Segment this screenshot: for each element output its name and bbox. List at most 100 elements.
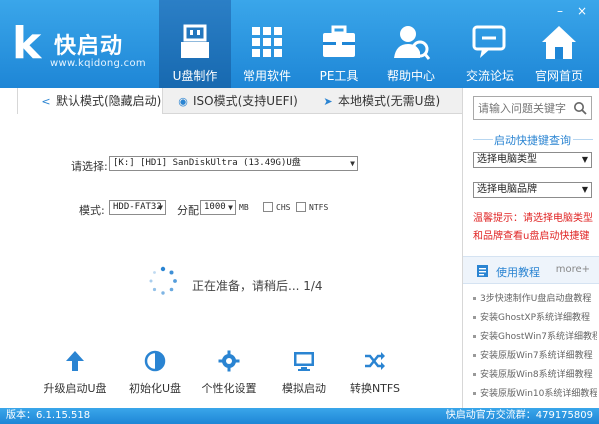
tab-default-mode[interactable]: < 默认模式(隐藏启动)	[17, 88, 163, 115]
tutorial-link[interactable]: 安装原版Win10系统详细教程	[473, 385, 597, 404]
tutorial-list: 3步快速制作U盘启动盘教程 安装GhostXP系统详细教程 安装GhostWin…	[473, 290, 597, 404]
app-url: www.kqidong.com	[50, 58, 146, 69]
chevron-down-icon: ▼	[581, 155, 588, 164]
personalize-button[interactable]: 个性化设置	[194, 350, 264, 396]
tab-label: ISO模式(支持UEFI)	[193, 94, 298, 108]
tool-label: 个性化设置	[201, 382, 257, 395]
tool-label: 升级启动U盘	[43, 382, 107, 395]
tab-label: 本地模式(无需U盘)	[338, 94, 441, 108]
computer-brand-select[interactable]: 选择电脑品牌 ▼	[473, 182, 592, 198]
tutorial-link[interactable]: 安装原版Win8系统详细教程	[473, 366, 597, 385]
nav-label: 交流论坛	[465, 69, 514, 83]
tutorial-header: 使用教程 more+	[463, 256, 599, 284]
qq-group-text: 快启动官方交流群：479175809	[445, 410, 593, 421]
nav-label: 官网首页	[534, 69, 583, 83]
bullet	[473, 354, 476, 357]
tutorial-link[interactable]: 安装原版Win7系统详细教程	[473, 347, 597, 366]
bullet	[473, 373, 476, 376]
tool-label: 模拟启动	[282, 382, 326, 395]
upgrade-arrow-icon	[66, 351, 84, 371]
app-name: 快启动	[54, 34, 124, 59]
hotkey-section-title: 启动快捷键查询	[494, 134, 571, 147]
ntfs-label: NTFS	[309, 203, 329, 212]
mode-select[interactable]: HDD-FAT32 ▼	[109, 200, 166, 215]
bullet	[473, 297, 476, 300]
tool-label: 初始化U盘	[128, 382, 182, 395]
ntfs-checkbox[interactable]	[296, 202, 306, 212]
share-icon: <	[41, 95, 51, 108]
status-bar: 版本：6.1.15.518 快启动官方交流群：479175809	[0, 408, 599, 424]
device-select-value: [K:] [HD1] SanDiskUltra (13.49G)U盘	[113, 158, 301, 168]
chevron-down-icon: ▼	[158, 203, 163, 212]
nav-pe-tools[interactable]: PE工具	[303, 0, 375, 88]
alloc-unit: MB	[239, 203, 249, 212]
app-header: – × k 快启动 www.kqidong.com U盘制作 常用软件 PE工具…	[0, 0, 599, 88]
chs-checkbox[interactable]	[263, 202, 273, 212]
forum-chat-icon	[472, 25, 506, 58]
nav-software[interactable]: 常用软件	[231, 0, 303, 88]
bullet	[473, 392, 476, 395]
nav-forum[interactable]: 交流论坛	[454, 0, 526, 88]
tutorial-link-text: 安装原版Win10系统详细教程	[480, 389, 597, 399]
tutorial-link[interactable]: 安装GhostXP系统详细教程	[473, 309, 597, 328]
mode-tabs: < 默认模式(隐藏启动) ◉ ISO模式(支持UEFI) ➤ 本地模式(无需U盘)	[17, 88, 462, 115]
tutorial-title: 使用教程	[496, 266, 540, 279]
initialize-usb-button[interactable]: 初始化U盘	[120, 350, 190, 396]
nav-label: 帮助中心	[386, 69, 435, 83]
more-link[interactable]: more+	[556, 264, 590, 275]
right-sidebar: 启动快捷键查询 选择电脑类型 ▼ 选择电脑品牌 ▼ 温馨提示：请选择电脑类型和品…	[462, 88, 599, 408]
computer-type-value: 选择电脑类型	[477, 154, 537, 165]
chevron-down-icon: ▼	[350, 159, 355, 168]
nav-home[interactable]: 官网首页	[523, 0, 595, 88]
disc-icon: ◉	[178, 95, 188, 108]
document-icon	[477, 265, 488, 277]
version-text: 版本：6.1.15.518	[6, 410, 91, 421]
upgrade-usb-button[interactable]: 升级启动U盘	[40, 350, 110, 396]
hint-text: 温馨提示：请选择电脑类型和品牌查看u盘启动快捷键	[473, 213, 593, 242]
send-icon: ➤	[323, 95, 333, 108]
simulate-boot-button[interactable]: 模拟启动	[269, 350, 339, 396]
tab-label: 默认模式(隐藏启动)	[56, 94, 162, 108]
computer-type-select[interactable]: 选择电脑类型 ▼	[473, 152, 592, 168]
computer-brand-value: 选择电脑品牌	[477, 184, 537, 195]
tutorial-link[interactable]: 3步快速制作U盘启动盘教程	[473, 290, 597, 309]
tab-iso-mode[interactable]: ◉ ISO模式(支持UEFI)	[177, 88, 317, 114]
help-person-icon	[394, 26, 431, 60]
chevron-down-icon: ▼	[228, 203, 233, 212]
tab-local-mode[interactable]: ➤ 本地模式(无需U盘)	[322, 88, 462, 114]
nav-label: PE工具	[319, 69, 359, 83]
alloc-label: 分配	[177, 204, 199, 217]
tutorial-link-text: 3步快速制作U盘启动盘教程	[480, 294, 592, 304]
mode-label: 模式:	[79, 204, 105, 217]
tutorial-link[interactable]: 安装GhostWin7系统详细教程	[473, 328, 597, 347]
shuffle-icon	[365, 352, 385, 370]
divider	[573, 139, 593, 140]
search-icon[interactable]	[573, 101, 587, 115]
monitor-icon	[294, 352, 314, 371]
tutorial-link-text: 安装原版Win7系统详细教程	[480, 351, 593, 361]
mode-select-value: HDD-FAT32	[113, 202, 162, 212]
progress-status: 正在准备，请稍后... 1/4	[192, 279, 323, 293]
chevron-down-icon: ▼	[581, 185, 588, 194]
nav-usb-make[interactable]: U盘制作	[159, 0, 231, 88]
tutorial-link-text: 安装GhostWin7系统详细教程	[480, 332, 597, 342]
home-icon	[542, 26, 576, 59]
nav-label: 常用软件	[242, 69, 291, 83]
initialize-icon	[144, 350, 166, 372]
usb-drive-icon	[181, 24, 209, 58]
chs-label: CHS	[276, 203, 291, 212]
app-logo: k 快启动 www.kqidong.com	[12, 22, 172, 74]
convert-ntfs-button[interactable]: 转换NTFS	[340, 350, 410, 396]
alloc-select[interactable]: 1000 ▼	[200, 200, 236, 215]
main-panel: 请选择: [K:] [HD1] SanDiskUltra (13.49G)U盘 …	[17, 114, 462, 408]
device-select[interactable]: [K:] [HD1] SanDiskUltra (13.49G)U盘 ▼	[109, 156, 358, 171]
device-select-label: 请选择:	[71, 160, 108, 173]
nav-label: U盘制作	[172, 69, 218, 83]
bullet	[473, 316, 476, 319]
tutorial-link-text: 安装GhostXP系统详细教程	[480, 313, 590, 323]
apps-grid-icon	[252, 27, 282, 57]
toolbox-icon	[323, 25, 355, 57]
nav-help-center[interactable]: 帮助中心	[375, 0, 447, 88]
loading-spinner-icon	[149, 266, 177, 295]
bullet	[473, 335, 476, 338]
